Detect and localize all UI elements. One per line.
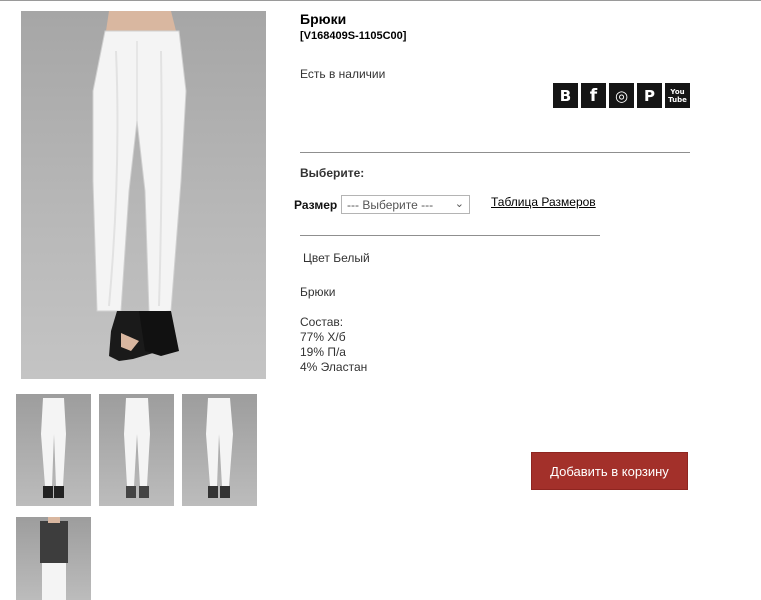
description-name: Брюки [300,285,336,299]
thumbnail-4[interactable] [16,517,91,600]
composition-label: Состав: [300,315,344,329]
instagram-icon[interactable]: ◎ [609,83,634,108]
choose-heading: Выберите: [300,166,365,180]
size-label: Размер [294,198,338,212]
thumbnail-3[interactable] [182,394,257,506]
youtube-icon[interactable]: You Tube [665,83,690,108]
size-select[interactable]: --- Выберите --- ⌄ [341,195,470,214]
product-description: Брюки Состав: 77% Х/б 19% П/а 4% Эластан [300,285,367,375]
composition-line: 77% Х/б [300,330,346,344]
size-table-link[interactable]: Таблица Размеров [491,195,596,209]
stock-status: Есть в наличии [300,67,386,81]
thumbnail-1[interactable] [16,394,91,506]
size-select-value: --- Выберите --- [347,198,434,212]
vk-icon[interactable]: B [553,83,578,108]
facebook-icon[interactable]: f [581,83,606,108]
main-product-image[interactable] [21,11,266,379]
chevron-down-icon: ⌄ [454,198,464,210]
product-title: Брюки [300,11,347,27]
social-links: B f ◎ P You Tube [553,83,690,108]
color-info: Цвет Белый [303,251,370,265]
divider [300,235,600,236]
pinterest-icon[interactable]: P [637,83,662,108]
top-divider [0,0,761,1]
composition-line: 4% Эластан [300,360,368,374]
product-sku: [V168409S-1105C00] [300,30,407,42]
add-to-cart-button[interactable]: Добавить в корзину [531,452,688,490]
thumbnail-2[interactable] [99,394,174,506]
composition-line: 19% П/а [300,345,346,359]
divider [300,152,690,153]
